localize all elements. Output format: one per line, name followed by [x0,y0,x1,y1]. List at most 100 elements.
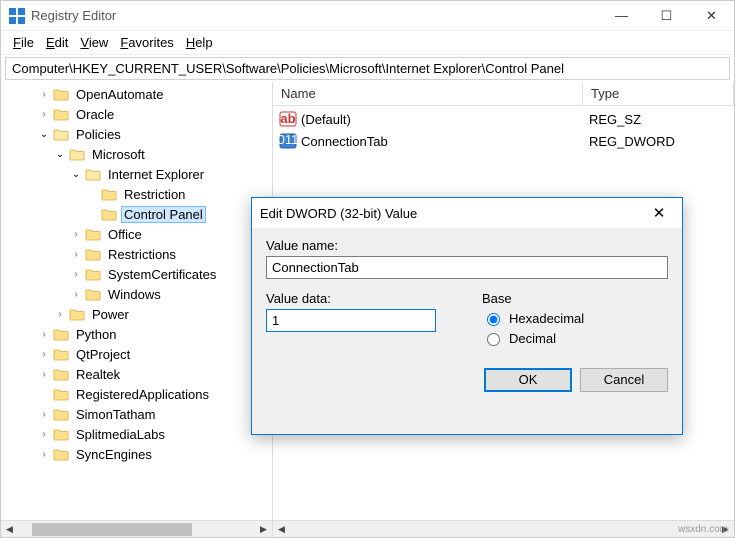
value-name-input[interactable] [266,256,668,279]
chevron-right-icon[interactable]: › [69,269,83,280]
list-header: Name Type [273,82,734,106]
list-row[interactable]: ab (Default)REG_SZ [273,108,734,130]
tree-node[interactable]: › OpenAutomate [5,84,272,104]
tree-node[interactable]: › Office [5,224,272,244]
tree-node[interactable]: › SplitmediaLabs [5,424,272,444]
tree-node-label: Internet Explorer [105,166,207,183]
tree-node[interactable]: › Realtek [5,364,272,384]
tree-node[interactable]: › QtProject [5,344,272,364]
tree-node-label: Policies [73,126,124,143]
radio-hexadecimal[interactable] [487,313,500,326]
menu-favorites[interactable]: Favorites [116,33,177,52]
tree-node[interactable]: › Oracle [5,104,272,124]
scroll-left-icon[interactable]: ◀ [273,521,290,538]
radio-decimal[interactable] [487,333,500,346]
radio-hexadecimal-label: Hexadecimal [509,311,584,326]
chevron-down-icon[interactable]: ⌄ [37,129,51,140]
horizontal-scrollbar: ◀ ▶ ◀ ▶ [1,520,734,537]
row-name: ConnectionTab [301,134,581,149]
tree-node-label: OpenAutomate [73,86,166,103]
close-window-button[interactable]: ✕ [689,1,734,31]
menu-help[interactable]: Help [182,33,217,52]
tree-node-label: Python [73,326,119,343]
tree-node-label: Restriction [121,186,188,203]
tree-node-label: Office [105,226,145,243]
menu-file[interactable]: File [9,33,38,52]
scroll-track-list[interactable] [290,521,717,537]
base-fieldset: Base Hexadecimal Decimal [482,291,668,350]
chevron-right-icon[interactable]: › [69,289,83,300]
cancel-button[interactable]: Cancel [580,368,668,392]
tree-node[interactable]: RegisteredApplications [5,384,272,404]
tree-node-label: SystemCertificates [105,266,219,283]
tree-node-label: SimonTatham [73,406,158,423]
radio-decimal-label: Decimal [509,331,556,346]
svg-text:ab: ab [280,111,295,126]
app-icon [9,8,25,24]
row-name: (Default) [301,112,581,127]
tree-node[interactable]: Control Panel [5,204,272,224]
tree-node[interactable]: › Restrictions [5,244,272,264]
chevron-right-icon[interactable]: › [37,369,51,380]
tree-node[interactable]: › Python [5,324,272,344]
dialog-titlebar: Edit DWORD (32-bit) Value ✕ [252,198,682,228]
edit-dword-dialog: Edit DWORD (32-bit) Value ✕ Value name: … [251,197,683,435]
chevron-right-icon[interactable]: › [69,249,83,260]
tree-node-label: Realtek [73,366,123,383]
row-type: REG_SZ [581,112,641,127]
tree-node-label: RegisteredApplications [73,386,212,403]
scroll-track-tree[interactable] [18,521,255,537]
row-type: REG_DWORD [581,134,675,149]
scroll-right-icon[interactable]: ▶ [255,521,272,538]
chevron-right-icon[interactable]: › [37,89,51,100]
watermark: wsxdn.com [678,524,728,535]
tree-node-label: QtProject [73,346,133,363]
chevron-right-icon[interactable]: › [37,449,51,460]
scroll-left-icon[interactable]: ◀ [1,521,18,538]
base-label: Base [482,291,668,306]
address-bar[interactable]: Computer\HKEY_CURRENT_USER\Software\Poli… [5,57,730,80]
chevron-right-icon[interactable]: › [37,109,51,120]
menu-edit[interactable]: Edit [42,33,72,52]
tree-node[interactable]: › SystemCertificates [5,264,272,284]
chevron-down-icon[interactable]: ⌄ [53,149,67,160]
svg-text:011: 011 [279,132,297,147]
tree-node[interactable]: › SimonTatham [5,404,272,424]
tree-node[interactable]: Restriction [5,184,272,204]
tree-node-label: Windows [105,286,164,303]
maximize-button[interactable]: ☐ [644,1,689,31]
chevron-right-icon[interactable]: › [53,309,67,320]
tree-node-label: Restrictions [105,246,179,263]
tree-node-label: Control Panel [121,206,206,223]
chevron-right-icon[interactable]: › [37,349,51,360]
tree-node[interactable]: ⌄ Internet Explorer [5,164,272,184]
minimize-button[interactable]: — [599,1,644,31]
ok-button[interactable]: OK [484,368,572,392]
tree-node[interactable]: ⌄ Microsoft [5,144,272,164]
chevron-right-icon[interactable]: › [37,429,51,440]
tree-node-label: Microsoft [89,146,148,163]
tree-node[interactable]: ›Power [5,304,272,324]
tree-node-label: SyncEngines [73,446,155,463]
dialog-title: Edit DWORD (32-bit) Value [260,206,644,221]
tree-node[interactable]: ⌄ Policies [5,124,272,144]
value-data-label: Value data: [266,291,452,306]
column-type[interactable]: Type [583,82,734,105]
column-name[interactable]: Name [273,82,583,105]
dialog-close-button[interactable]: ✕ [644,204,674,222]
tree-node-label: Oracle [73,106,117,123]
menubar: File Edit View Favorites Help [1,31,734,55]
value-name-label: Value name: [266,238,668,253]
list-row[interactable]: 011 ConnectionTabREG_DWORD [273,130,734,152]
tree-node-label: SplitmediaLabs [73,426,168,443]
menu-view[interactable]: View [76,33,112,52]
tree-view[interactable]: ›OpenAutomate›Oracle⌄Policies⌄Microsoft⌄… [1,82,273,521]
chevron-right-icon[interactable]: › [37,329,51,340]
value-data-input[interactable] [266,309,436,332]
tree-node[interactable]: › SyncEngines [5,444,272,464]
chevron-right-icon[interactable]: › [37,409,51,420]
chevron-down-icon[interactable]: ⌄ [69,169,83,180]
chevron-right-icon[interactable]: › [69,229,83,240]
tree-node[interactable]: › Windows [5,284,272,304]
window-title: Registry Editor [31,8,599,23]
